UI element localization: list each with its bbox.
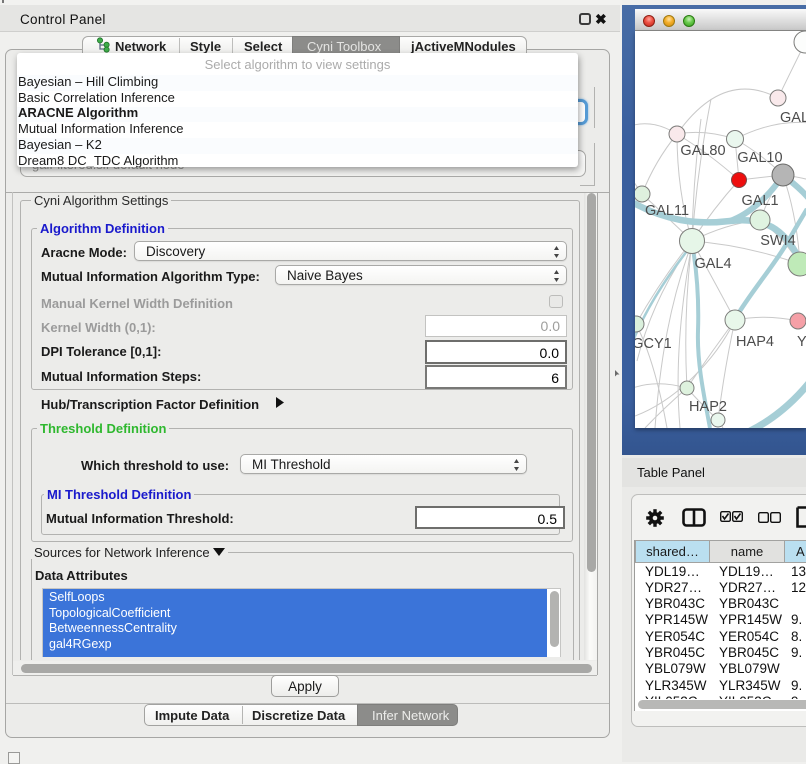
svg-text:GAL80: GAL80 — [680, 143, 725, 159]
svg-text:HAP4: HAP4 — [736, 334, 774, 350]
svg-text:GAL11: GAL11 — [645, 203, 689, 219]
svg-text:SWI4: SWI4 — [760, 233, 795, 249]
svg-text:GAL: GAL — [780, 110, 806, 126]
svg-text:HAP2: HAP2 — [689, 399, 727, 415]
svg-text:GAL4: GAL4 — [694, 256, 731, 272]
svg-text:Y: Y — [797, 334, 806, 350]
svg-text:GAL10: GAL10 — [737, 150, 782, 166]
svg-text:GCY1: GCY1 — [635, 336, 672, 352]
svg-text:GAL1: GAL1 — [741, 193, 778, 209]
